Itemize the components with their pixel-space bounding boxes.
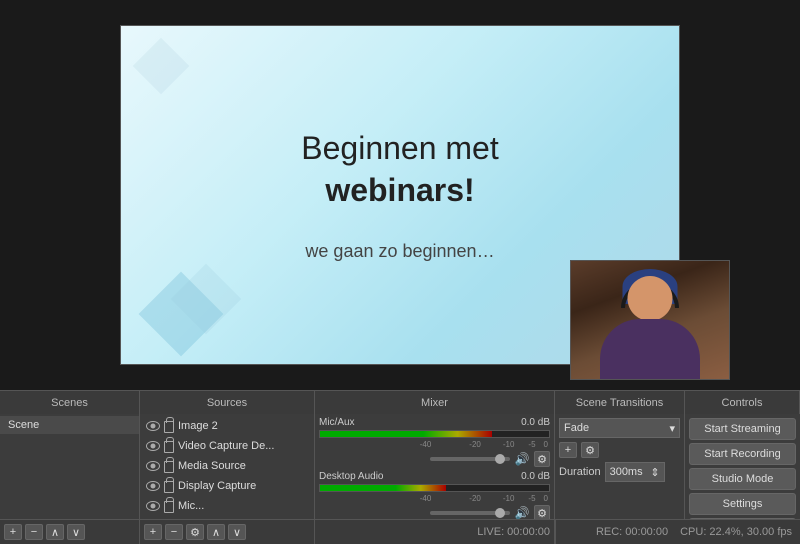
duration-row: Duration 300ms ⇕ <box>559 462 680 482</box>
sources-panel: Image 2 Video Capture De... Media Source… <box>140 414 315 519</box>
scene-item[interactable]: Scene <box>0 416 139 434</box>
source-item-video-capture[interactable]: Video Capture De... <box>140 436 314 456</box>
channel-db-mic: 0.0 dB <box>521 417 550 428</box>
slide-subtitle: we gaan zo beginnen… <box>305 241 494 262</box>
start-streaming-button[interactable]: Start Streaming <box>689 418 796 440</box>
sources-toolbar: + − ⚙ ∧ ∨ <box>140 520 315 544</box>
settings-button[interactable]: Settings <box>689 493 796 515</box>
scenes-panel: Scene <box>0 414 140 519</box>
live-status: LIVE: 00:00:00 <box>477 526 550 538</box>
transition-type-select[interactable]: Fade ▾ <box>559 418 680 438</box>
source-item-image2[interactable]: Image 2 <box>140 416 314 436</box>
source-up-button[interactable]: ∧ <box>207 524 225 540</box>
mixer-panel: Mic/Aux 0.0 dB -40 -20 -10 -5 0 <box>315 414 555 519</box>
bottom-toolbars: + − ∧ ∨ + − ⚙ ∧ ∨ LIVE: 00:00:00 REC: 00… <box>0 519 800 544</box>
remove-source-button[interactable]: − <box>165 524 183 540</box>
add-source-button[interactable]: + <box>144 524 162 540</box>
meter-fill-mic <box>320 431 492 437</box>
lock-icon[interactable] <box>164 501 174 513</box>
slide-title-line2: webinars! <box>325 172 474 208</box>
status-area: REC: 00:00:00 CPU: 22.4%, 30.00 fps <box>555 520 800 544</box>
remove-scene-button[interactable]: − <box>25 524 43 540</box>
mixer-channel-desktop: Desktop Audio 0.0 dB -40 -20 -10 -5 0 <box>319 471 550 521</box>
meter-bar-desktop <box>319 484 550 492</box>
transition-add-row: + ⚙ <box>559 442 680 458</box>
source-item-mic[interactable]: Mic... <box>140 496 314 516</box>
volume-thumb-mic <box>495 454 505 464</box>
mute-button-mic[interactable]: 🔊 <box>514 451 530 467</box>
visibility-icon[interactable] <box>146 421 160 431</box>
webcam-overlay <box>570 260 730 380</box>
bottom-panel: Scenes Sources Mixer Scene Transitions C… <box>0 390 800 544</box>
mixer-header: Mixer <box>315 391 555 414</box>
transition-type-label: Fade <box>564 422 589 434</box>
mixer-controls-mic: 🔊 ⚙ <box>319 451 550 467</box>
visibility-icon[interactable] <box>146 501 160 511</box>
rec-status: REC: 00:00:00 <box>596 526 668 538</box>
lock-icon[interactable] <box>164 461 174 473</box>
source-label: Display Capture <box>178 480 256 492</box>
volume-slider-mic[interactable] <box>430 457 510 461</box>
studio-mode-button[interactable]: Studio Mode <box>689 468 796 490</box>
preview-area: Beginnen met webinars! we gaan zo beginn… <box>0 0 800 390</box>
lock-icon[interactable] <box>164 421 174 433</box>
scene-down-button[interactable]: ∨ <box>67 524 85 540</box>
volume-slider-desktop[interactable] <box>430 511 510 515</box>
chevron-down-icon: ▾ <box>669 422 675 435</box>
transition-settings-button[interactable]: ⚙ <box>581 442 599 458</box>
transitions-panel: Fade ▾ + ⚙ Duration 300ms ⇕ <box>555 414 685 519</box>
source-label: Mic... <box>178 500 204 512</box>
duration-label: Duration <box>559 466 601 478</box>
controls-panel: Start Streaming Start Recording Studio M… <box>685 414 800 519</box>
duration-value: 300ms <box>610 466 643 478</box>
source-label: Video Capture De... <box>178 440 274 452</box>
lock-icon[interactable] <box>164 441 174 453</box>
start-recording-button[interactable]: Start Recording <box>689 443 796 465</box>
source-label: Image 2 <box>178 420 218 432</box>
scene-up-button[interactable]: ∧ <box>46 524 64 540</box>
meter-fill-desktop <box>320 485 446 491</box>
source-label: Media Source <box>178 460 246 472</box>
settings-button-mic[interactable]: ⚙ <box>534 451 550 467</box>
meter-labels-desktop: -40 -20 -10 -5 0 <box>319 494 550 503</box>
duration-stepper-icon: ⇕ <box>650 466 659 479</box>
channel-name-mic: Mic/Aux <box>319 417 355 428</box>
channel-db-desktop: 0.0 dB <box>521 471 550 482</box>
controls-header: Controls <box>685 391 800 414</box>
add-transition-button[interactable]: + <box>559 442 577 458</box>
main-content: Scene Image 2 Video Capture De... Media … <box>0 414 800 519</box>
source-item-media[interactable]: Media Source <box>140 456 314 476</box>
source-down-button[interactable]: ∨ <box>228 524 246 540</box>
webcam-image <box>571 261 729 379</box>
duration-input[interactable]: 300ms ⇕ <box>605 462 665 482</box>
transitions-header: Scene Transitions <box>555 391 685 414</box>
cpu-status: CPU: 22.4%, 30.00 fps <box>680 526 792 538</box>
visibility-icon[interactable] <box>146 441 160 451</box>
section-headers: Scenes Sources Mixer Scene Transitions C… <box>0 390 800 414</box>
slide-title-line1: Beginnen met <box>301 130 498 166</box>
scenes-header: Scenes <box>0 391 140 414</box>
add-scene-button[interactable]: + <box>4 524 22 540</box>
visibility-icon[interactable] <box>146 481 160 491</box>
scenes-toolbar: + − ∧ ∨ <box>0 520 140 544</box>
person-body <box>600 319 700 379</box>
source-item-display[interactable]: Display Capture <box>140 476 314 496</box>
sources-header: Sources <box>140 391 315 414</box>
visibility-icon[interactable] <box>146 461 160 471</box>
channel-name-desktop: Desktop Audio <box>319 471 384 482</box>
meter-bar-mic <box>319 430 550 438</box>
volume-thumb-desktop <box>495 508 505 518</box>
mixer-channel-mic: Mic/Aux 0.0 dB -40 -20 -10 -5 0 <box>319 417 550 467</box>
mixer-toolbar: LIVE: 00:00:00 <box>315 520 555 544</box>
slide-title: Beginnen met webinars! <box>301 128 498 211</box>
lock-icon[interactable] <box>164 481 174 493</box>
meter-labels-mic: -40 -20 -10 -5 0 <box>319 440 550 449</box>
source-settings-button[interactable]: ⚙ <box>186 524 204 540</box>
person-head <box>628 276 673 321</box>
